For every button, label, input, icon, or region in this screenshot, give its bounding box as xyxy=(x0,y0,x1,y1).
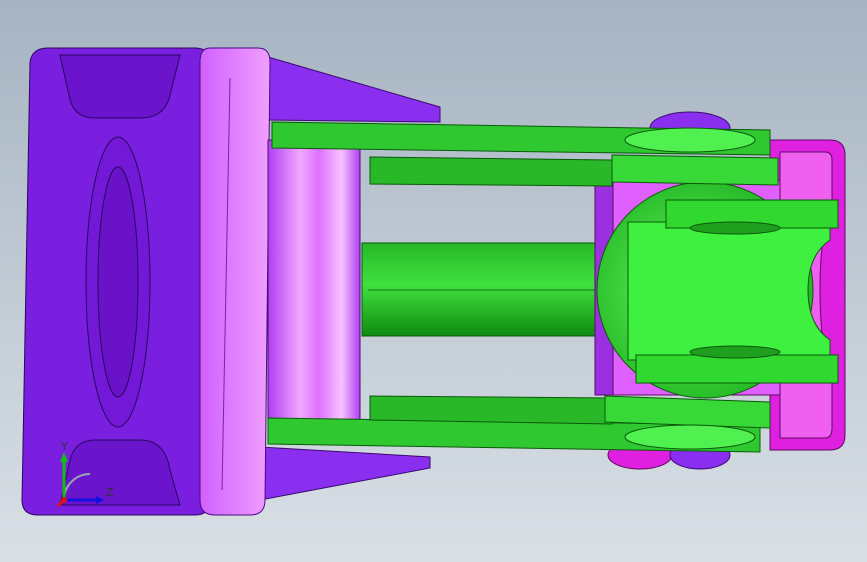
triad-x-arrow-icon xyxy=(96,496,104,504)
lower-link-arm-upper[interactable] xyxy=(369,395,613,425)
triad-rotation-arc xyxy=(63,473,91,501)
frame-plate[interactable] xyxy=(199,47,271,516)
cad-viewport[interactable]: Y Z xyxy=(0,0,867,562)
yoke-bottom-hole xyxy=(689,345,781,359)
triad-y-label: Y xyxy=(60,440,68,453)
assembly-model[interactable] xyxy=(0,0,867,562)
left-housing-top-notch xyxy=(59,54,181,119)
roller-cylinder[interactable] xyxy=(267,139,361,423)
triad-y-arrow-icon xyxy=(60,452,68,462)
lower-link-clevis[interactable] xyxy=(604,395,771,429)
yoke-fork[interactable] xyxy=(627,221,831,361)
housing-face-inner xyxy=(97,166,139,398)
upper-link-clevis[interactable] xyxy=(611,154,779,186)
yoke-top-hole xyxy=(689,221,781,235)
upper-link-arm-lower[interactable] xyxy=(369,156,613,187)
triad-z-axis xyxy=(56,498,66,508)
upper-pin xyxy=(624,127,756,153)
bottom-fin[interactable] xyxy=(259,446,431,501)
yoke-bottom-ear[interactable] xyxy=(635,354,839,384)
lower-pin xyxy=(624,424,756,450)
coordinate-triad: Y Z xyxy=(56,440,114,508)
top-fin[interactable] xyxy=(267,56,441,123)
triad-z-label: Z xyxy=(106,486,114,499)
